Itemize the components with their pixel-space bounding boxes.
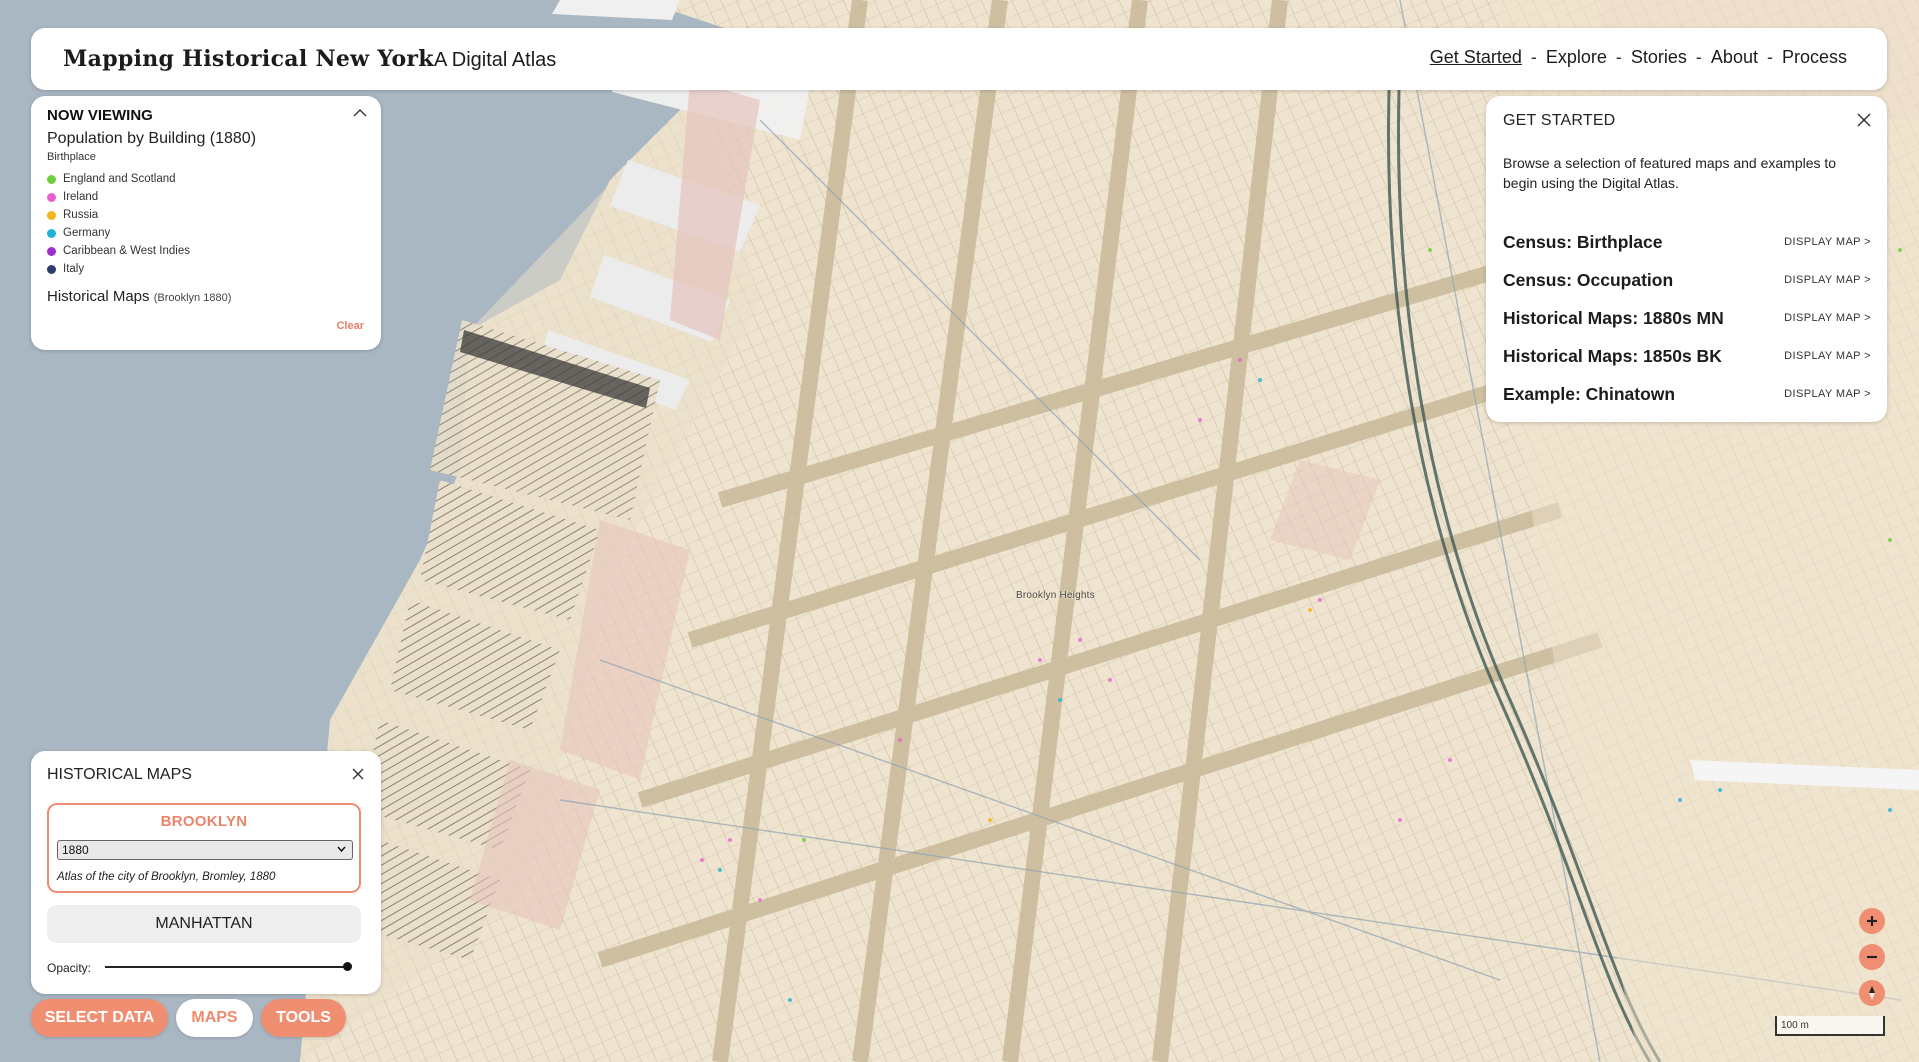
birthplace-legend: England and Scotland Ireland Russia Germ… xyxy=(47,170,190,278)
tools-button[interactable]: TOOLS xyxy=(261,999,346,1037)
clear-button[interactable]: Clear xyxy=(336,320,364,332)
legend-label: Ireland xyxy=(63,191,99,203)
nav-separator: - xyxy=(1695,47,1702,67)
brooklyn-map-card[interactable]: BROOKLYN 1880 Atlas of the city of Brook… xyxy=(47,803,361,893)
get-started-description: Browse a selection of featured maps and … xyxy=(1503,155,1837,191)
now-viewing-heading: NOW VIEWING xyxy=(47,107,153,124)
nav-separator: - xyxy=(1766,47,1773,67)
select-data-button[interactable]: SELECT DATA xyxy=(31,999,168,1037)
chevron-up-icon[interactable] xyxy=(353,108,367,118)
get-started-panel: GET STARTED Browse a selection of featur… xyxy=(1486,96,1887,422)
slider-thumb[interactable] xyxy=(342,962,352,971)
legend-label: Russia xyxy=(63,209,99,221)
app-title[interactable]: Mapping Historical New York xyxy=(63,46,434,72)
close-icon[interactable] xyxy=(352,768,364,780)
featured-map-row: Historical Maps: 1850s BK DISPLAY MAP > xyxy=(1503,337,1871,375)
featured-map-title: Historical Maps: 1880s MN xyxy=(1503,307,1724,328)
active-historical-maps: Historical Maps (Brooklyn 1880) xyxy=(47,288,231,305)
plus-icon xyxy=(1867,916,1877,926)
legend-swatch xyxy=(47,228,56,238)
legend-item: England and Scotland xyxy=(47,170,190,188)
chevron-down-icon xyxy=(337,846,346,853)
featured-map-title: Census: Occupation xyxy=(1503,269,1674,290)
close-icon[interactable] xyxy=(1857,113,1871,127)
legend-item: Italy xyxy=(47,260,190,278)
historical-maps-heading: HISTORICAL MAPS xyxy=(47,766,192,783)
legend-item: Ireland xyxy=(47,188,190,206)
legend-item: Russia xyxy=(47,206,190,224)
featured-map-title: Census: Birthplace xyxy=(1503,231,1663,252)
historical-maps-label: Historical Maps xyxy=(47,288,150,305)
year-select[interactable]: 1880 xyxy=(57,840,353,860)
display-map-link[interactable]: DISPLAY MAP > xyxy=(1784,388,1871,400)
zoom-in-button[interactable] xyxy=(1859,908,1885,934)
nav-separator: - xyxy=(1530,47,1537,67)
featured-map-title: Example: Chinatown xyxy=(1503,383,1676,404)
nav-stories[interactable]: Stories xyxy=(1631,47,1687,68)
active-attribute: Birthplace xyxy=(47,151,96,163)
featured-map-row: Census: Occupation DISPLAY MAP > xyxy=(1503,261,1871,299)
top-header: Mapping Historical New York A Digital At… xyxy=(31,28,1887,90)
legend-swatch xyxy=(47,192,56,202)
featured-map-title: Historical Maps: 1850s BK xyxy=(1503,345,1722,366)
nav-about[interactable]: About xyxy=(1711,47,1758,68)
opacity-slider[interactable] xyxy=(105,957,352,977)
display-map-link[interactable]: DISPLAY MAP > xyxy=(1784,312,1871,324)
brooklyn-label: BROOKLYN xyxy=(160,813,248,830)
featured-map-row: Example: Chinatown DISPLAY MAP > xyxy=(1503,375,1871,413)
legend-swatch xyxy=(47,246,56,256)
featured-maps-list: Census: Birthplace DISPLAY MAP > Census:… xyxy=(1503,223,1871,413)
legend-label: Caribbean & West Indies xyxy=(63,245,190,257)
display-map-link[interactable]: DISPLAY MAP > xyxy=(1784,274,1871,286)
nav-process[interactable]: Process xyxy=(1782,47,1847,68)
zoom-out-button[interactable] xyxy=(1859,944,1885,970)
historical-maps-detail: (Brooklyn 1880) xyxy=(153,292,232,304)
active-dataset-title: Population by Building (1880) xyxy=(47,130,257,147)
featured-map-row: Census: Birthplace DISPLAY MAP > xyxy=(1503,223,1871,261)
legend-item: Caribbean & West Indies xyxy=(47,242,190,260)
slider-track xyxy=(105,966,347,968)
map-source-citation: Atlas of the city of Brooklyn, Bromley, … xyxy=(57,871,276,883)
display-map-link[interactable]: DISPLAY MAP > xyxy=(1784,236,1871,248)
legend-swatch xyxy=(47,174,56,184)
now-viewing-panel: NOW VIEWING Population by Building (1880… xyxy=(31,96,381,350)
get-started-heading: GET STARTED xyxy=(1503,112,1616,129)
nav-explore[interactable]: Explore xyxy=(1546,47,1607,68)
legend-label: England and Scotland xyxy=(63,173,176,185)
manhattan-map-button[interactable]: MANHATTAN xyxy=(47,905,361,943)
main-nav: Get Started - Explore - Stories - About … xyxy=(1430,47,1847,68)
display-map-link[interactable]: DISPLAY MAP > xyxy=(1784,350,1871,362)
year-select-value: 1880 xyxy=(62,843,89,857)
app-subtitle: A Digital Atlas xyxy=(434,49,557,71)
legend-item: Germany xyxy=(47,224,190,242)
legend-label: Germany xyxy=(63,227,111,239)
nav-get-started[interactable]: Get Started xyxy=(1430,47,1522,68)
legend-swatch xyxy=(47,264,56,274)
nav-separator: - xyxy=(1615,47,1622,67)
historical-maps-panel: HISTORICAL MAPS BROOKLYN 1880 Atlas of t… xyxy=(31,751,381,994)
compass-icon xyxy=(1869,986,1875,1000)
maps-button[interactable]: MAPS xyxy=(176,999,253,1037)
legend-label: Italy xyxy=(63,263,85,275)
legend-swatch xyxy=(47,210,56,220)
compass-button[interactable] xyxy=(1859,980,1885,1006)
place-label-brooklyn-heights: Brooklyn Heights xyxy=(1016,590,1095,601)
minus-icon xyxy=(1867,955,1877,959)
scale-bar: 100 m xyxy=(1775,1016,1885,1036)
featured-map-row: Historical Maps: 1880s MN DISPLAY MAP > xyxy=(1503,299,1871,337)
opacity-label: Opacity: xyxy=(47,961,92,975)
